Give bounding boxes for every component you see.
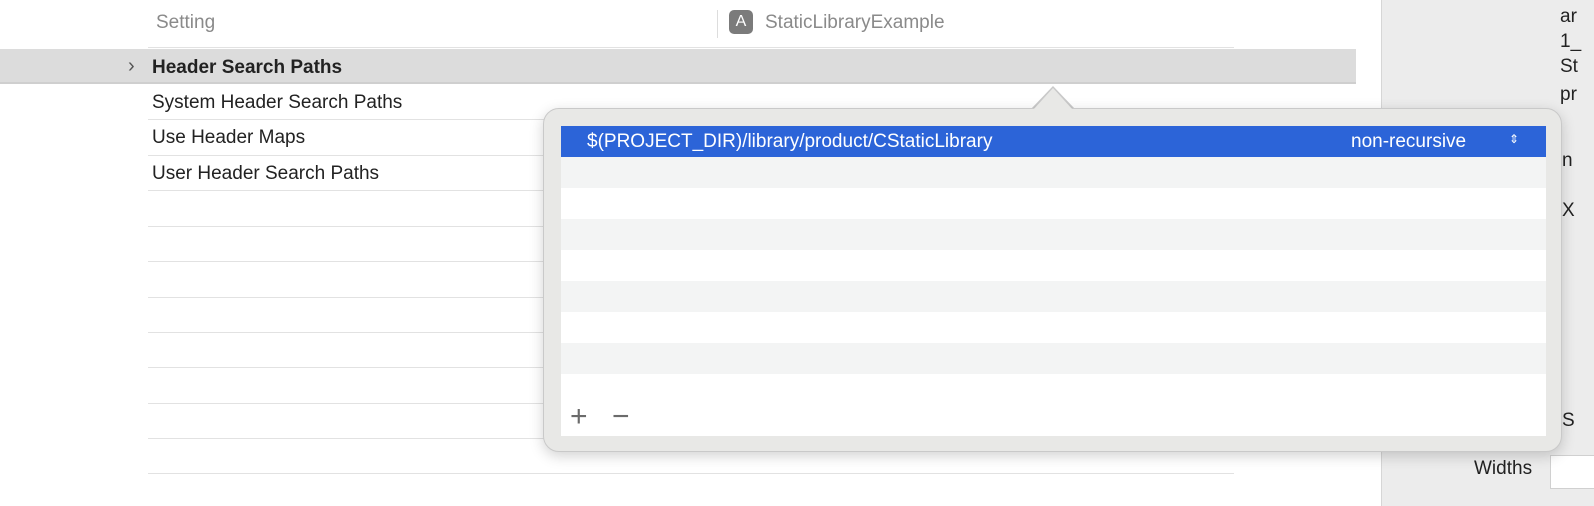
path-row[interactable]: $(PROJECT_DIR)/library/product/CStaticLi… xyxy=(561,126,1546,157)
header-search-paths-popover: $(PROJECT_DIR)/library/product/CStaticLi… xyxy=(543,108,1562,452)
setting-row-system-header-search-paths[interactable]: System Header Search Paths xyxy=(152,92,402,114)
setting-row-use-header-maps[interactable]: Use Header Maps xyxy=(152,127,305,149)
widths-field[interactable] xyxy=(1550,455,1594,489)
setting-row-user-header-search-paths[interactable]: User Header Search Paths xyxy=(152,163,379,185)
add-path-button[interactable]: + xyxy=(570,402,588,432)
inspector-text: ar xyxy=(1560,6,1577,27)
setting-column-header[interactable]: Setting xyxy=(156,12,215,34)
path-value[interactable]: $(PROJECT_DIR)/library/product/CStaticLi… xyxy=(587,131,992,153)
inspector-text: pr xyxy=(1560,84,1577,105)
app-store-icon: A xyxy=(729,10,753,34)
inspector-text: St xyxy=(1560,56,1578,77)
inspector-text: X xyxy=(1562,200,1575,221)
recursion-select[interactable]: non-recursive xyxy=(1351,131,1466,153)
remove-path-button[interactable]: − xyxy=(612,402,630,432)
setting-row-header-search-paths[interactable]: Header Search Paths xyxy=(152,57,342,79)
updown-chevron-icon[interactable]: ⇕ xyxy=(1509,132,1519,146)
inspector-text: n xyxy=(1562,150,1573,171)
inspector-text: 1_ xyxy=(1560,31,1582,52)
target-column-header[interactable]: StaticLibraryExample xyxy=(765,12,945,34)
disclosure-chevron-icon[interactable]: › xyxy=(128,55,135,78)
paths-table: $(PROJECT_DIR)/library/product/CStaticLi… xyxy=(561,126,1546,436)
inspector-text: S xyxy=(1562,410,1575,431)
column-divider xyxy=(717,10,718,38)
widths-label: Widths xyxy=(1474,458,1533,479)
